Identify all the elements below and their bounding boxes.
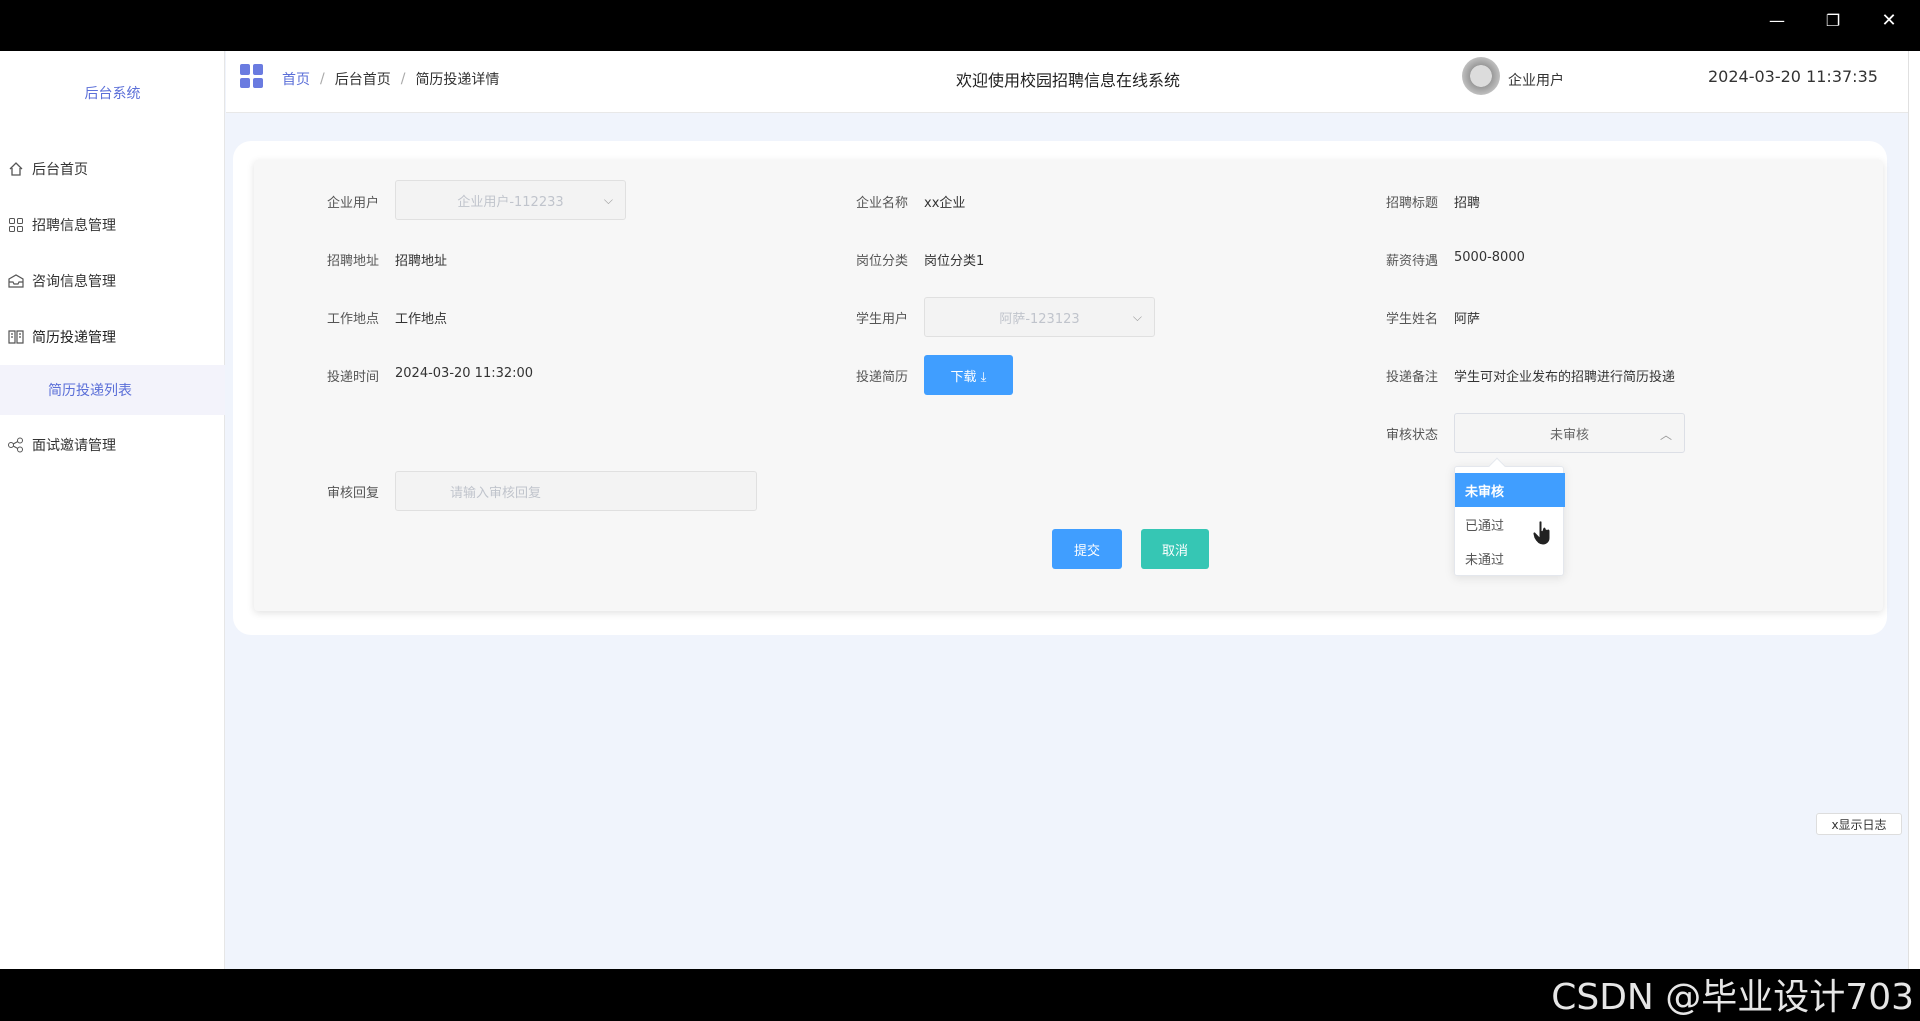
company-user-value: 企业用户-112233 [457, 194, 564, 210]
reply-label: 审核回复 [327, 486, 380, 501]
hand-pointer-icon [1532, 520, 1552, 550]
company-user-select: 企业用户-112233 ⌵ [395, 180, 626, 220]
brand-title: 后台系统 [84, 86, 141, 102]
student-name-label: 学生姓名 [1386, 312, 1439, 327]
top-header: 首页 / 后台首页 / 简历投递详情 欢迎使用校园招聘信息在线系统 企业用户 2… [226, 51, 1920, 113]
company-user-label: 企业用户 [327, 196, 380, 211]
sidebar-item-resume[interactable]: 简历投递管理 [0, 309, 225, 365]
status-label: 审核状态 [1386, 428, 1439, 443]
status-select[interactable]: 未审核 ︿ [1454, 413, 1685, 453]
job-address-label: 招聘地址 [327, 254, 380, 269]
work-location-label: 工作地点 [327, 312, 380, 327]
reply-input[interactable]: 请输入审核回复 [395, 471, 757, 511]
remark-value: 学生可对企业发布的招聘进行简历投递 [1454, 370, 1676, 385]
close-button[interactable]: ✕ [1866, 6, 1912, 34]
minimize-button[interactable]: — [1754, 6, 1800, 34]
breadcrumb-separator: / [400, 71, 406, 87]
resume-label: 投递简历 [856, 370, 909, 385]
submit-time-label: 投递时间 [327, 370, 380, 385]
sidebar-item-interview[interactable]: 面试邀请管理 [0, 417, 225, 473]
breadcrumb: 首页 / 后台首页 / 简历投递详情 [282, 69, 499, 89]
submit-time-value: 2024-03-20 11:32:00 [395, 366, 534, 381]
user-name[interactable]: 企业用户 [1508, 70, 1564, 90]
company-name-label: 企业名称 [856, 196, 909, 211]
company-name-value: xx企业 [924, 196, 966, 211]
chevron-down-icon: ⌵ [603, 193, 613, 207]
category-value: 岗位分类1 [924, 254, 985, 269]
book-icon [6, 327, 26, 347]
csdn-watermark: CSDN @毕业设计703 [1551, 977, 1914, 1018]
student-name-value: 阿萨 [1454, 312, 1481, 327]
datetime-display: 2024-03-20 11:37:35 [1708, 67, 1878, 86]
chevron-up-icon: ︿ [1659, 428, 1672, 442]
sidebar-item-consult[interactable]: 咨询信息管理 [0, 253, 225, 309]
salary-value: 5000-8000 [1454, 250, 1525, 265]
breadcrumb-home[interactable]: 首页 [282, 69, 310, 89]
breadcrumb-separator: / [320, 71, 325, 87]
sidebar-item-label: 面试邀请管理 [32, 438, 116, 454]
breadcrumb-dashboard[interactable]: 后台首页 [335, 69, 391, 89]
maximize-button[interactable]: ❐ [1810, 6, 1856, 34]
submit-button[interactable]: 提交 [1052, 529, 1122, 569]
share-icon [6, 435, 26, 455]
breadcrumb-current: 简历投递详情 [415, 72, 500, 88]
sidebar-item-home[interactable]: 后台首页 [0, 141, 225, 197]
sidebar-item-label: 简历投递管理 [32, 330, 116, 346]
grid-icon [6, 215, 26, 235]
remark-label: 投递备注 [1386, 370, 1439, 385]
sidebar-menu: 后台首页 招聘信息管理 咨询信息管理 简历投递管理 简历投递列表 面试邀请管理 [0, 141, 225, 473]
sidebar-item-label: 咨询信息管理 [32, 274, 116, 290]
job-title-value: 招聘 [1454, 196, 1481, 211]
student-user-select: 阿萨-123123 ⌵ [924, 297, 1155, 337]
job-address-value: 招聘地址 [395, 254, 448, 269]
chevron-down-icon: ⌵ [1132, 310, 1142, 324]
status-select-value: 未审核 [1549, 427, 1589, 443]
cancel-button[interactable]: 取消 [1141, 529, 1209, 569]
avatar[interactable] [1462, 57, 1500, 95]
student-user-value: 阿萨-123123 [999, 311, 1080, 327]
apps-grid-icon[interactable] [240, 64, 264, 88]
sidebar-item-label: 后台首页 [32, 162, 88, 178]
window-titlebar: — ❐ ✕ [0, 0, 1920, 51]
job-title-label: 招聘标题 [1386, 196, 1439, 211]
sidebar-item-job-info[interactable]: 招聘信息管理 [0, 197, 225, 253]
salary-label: 薪资待遇 [1386, 254, 1439, 269]
vertical-scrollbar[interactable] [1908, 51, 1920, 969]
sidebar-item-label: 招聘信息管理 [32, 218, 116, 234]
sidebar: 后台系统 后台首页 招聘信息管理 咨询信息管理 简历投递管理 简历投递列表 面试… [0, 51, 225, 969]
inbox-icon [6, 271, 26, 291]
sidebar-subitem-resume-list[interactable]: 简历投递列表 [0, 365, 225, 415]
download-resume-button[interactable]: 下载 ⤓ [924, 355, 1013, 395]
home-icon [6, 159, 26, 179]
show-log-button[interactable]: x显示日志 [1816, 813, 1902, 835]
status-option-pending[interactable]: 未审核 [1455, 473, 1565, 507]
category-label: 岗位分类 [856, 254, 909, 269]
system-title: 欢迎使用校园招聘信息在线系统 [956, 71, 1181, 90]
work-location-value: 工作地点 [395, 312, 448, 327]
student-user-label: 学生用户 [856, 312, 909, 327]
